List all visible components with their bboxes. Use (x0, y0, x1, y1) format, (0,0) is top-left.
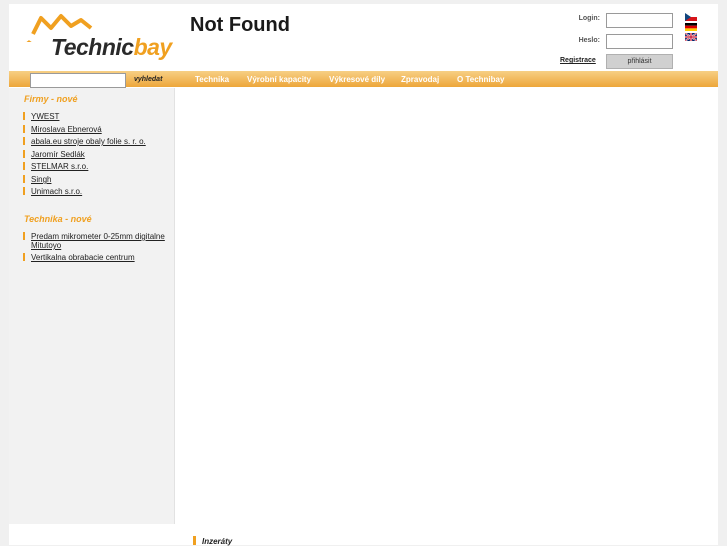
password-input[interactable] (606, 34, 673, 49)
nav-item-vyrobni-kapacity[interactable]: Výrobní kapacity (247, 75, 311, 84)
firm-list-item[interactable]: Miroslava Ebnerová (23, 125, 173, 134)
logo-wordmark: Technicbay (51, 34, 172, 61)
search-input[interactable] (30, 73, 126, 88)
login-button[interactable]: přihlásit (606, 54, 673, 69)
uk-flag-icon[interactable] (685, 33, 697, 41)
login-input[interactable] (606, 13, 673, 28)
firm-list-item[interactable]: STELMAR s.r.o. (23, 162, 173, 171)
firm-list-item[interactable]: Singh (23, 175, 173, 184)
tech-list-item[interactable]: Vertikalna obrabacie centrum (23, 253, 173, 262)
login-label: Login: (578, 15, 600, 22)
tech-list-item[interactable]: Predam mikrometer 0-25mm digitalne Mitut… (23, 232, 173, 250)
search-button[interactable]: vyhledat (134, 76, 162, 83)
logo-text-technic: Technic (51, 34, 134, 60)
firm-list-item[interactable]: YWEST (23, 112, 173, 121)
password-label: Heslo: (578, 37, 600, 44)
german-flag-icon[interactable] (685, 23, 697, 31)
firms-section-title: Firmy - nové (24, 94, 78, 104)
tech-section-title: Technika - nové (24, 214, 92, 224)
page-title: Not Found (190, 14, 290, 36)
nav-item-vykresove-dily[interactable]: Výkresové díly (329, 75, 385, 84)
technicbay-logo[interactable]: Technicbay (19, 12, 174, 62)
nav-item-zpravodaj[interactable]: Zpravodaj (401, 75, 439, 84)
register-link[interactable]: Registrace (560, 57, 596, 64)
logo-text-bay: bay (133, 34, 173, 60)
nav-item-technika[interactable]: Technika (195, 75, 229, 84)
czech-flag-icon[interactable] (685, 13, 697, 21)
page: Technicbay Not Found Login: Heslo: Regis… (9, 4, 718, 546)
footer-marker (193, 536, 196, 545)
firm-list-item[interactable]: Unimach s.r.o. (23, 187, 173, 196)
nav-item-o-technibay[interactable]: O Technibay (457, 75, 504, 84)
firm-list-item[interactable]: Jaromír Sedlák (23, 150, 173, 159)
firm-list-item[interactable]: abala.eu stroje obaly folie s. r. o. (23, 137, 173, 146)
